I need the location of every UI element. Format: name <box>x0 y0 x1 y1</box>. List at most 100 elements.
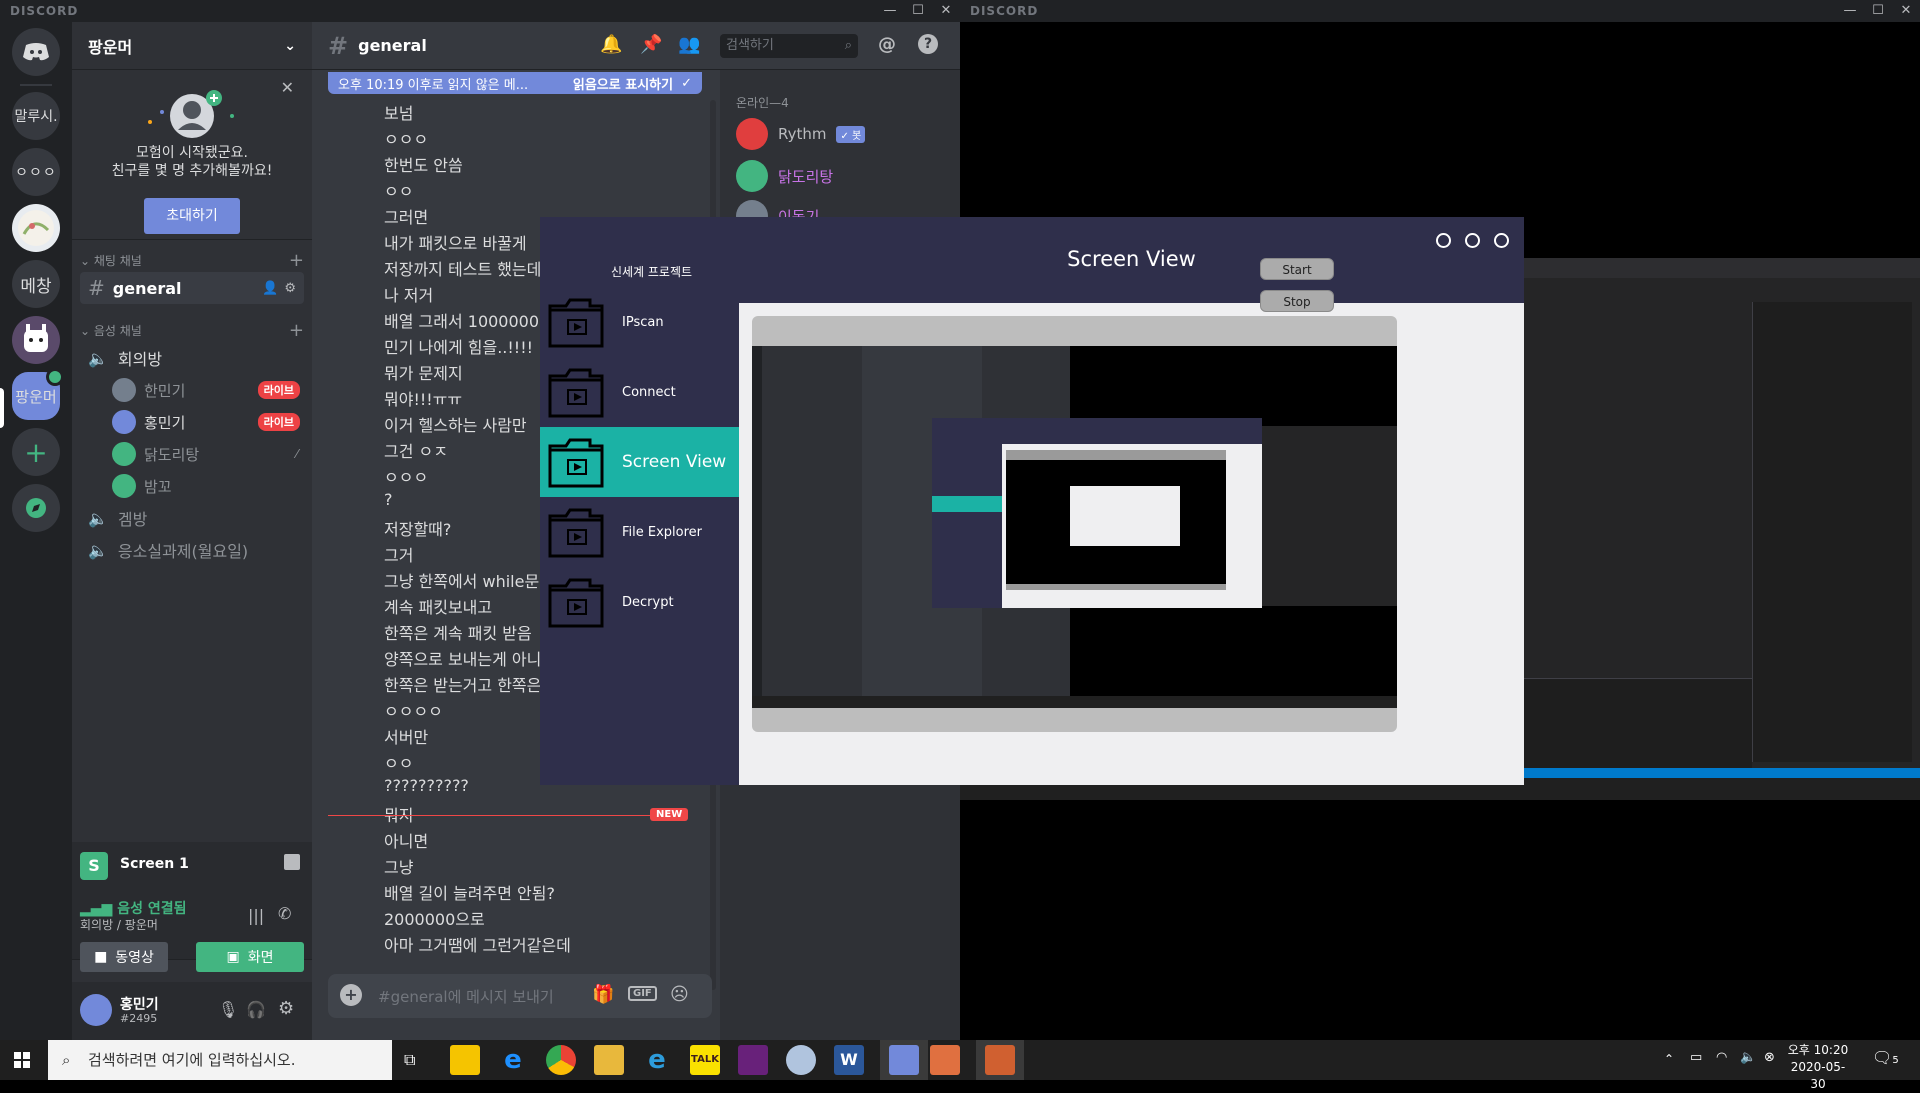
folder-icon <box>546 296 606 348</box>
screen-share-button[interactable]: ▣ 화면 <box>196 942 304 972</box>
stop-button[interactable]: Stop <box>1260 290 1334 312</box>
voice-user[interactable]: 닭도리탕 ⁄ <box>112 438 312 470</box>
video-button[interactable]: ■ 동영상 <box>80 942 168 972</box>
microphone-icon[interactable]: 🎙 <box>218 1000 238 1019</box>
visual-studio-icon[interactable] <box>738 1045 768 1075</box>
gif-icon[interactable]: GIF <box>628 986 657 1001</box>
guild-image-2[interactable] <box>12 316 60 364</box>
members-icon[interactable]: 👥 <box>678 34 700 55</box>
gear-icon[interactable]: ⚙ <box>284 281 296 296</box>
voice-user[interactable]: 밤꼬 <box>112 470 312 502</box>
compass-icon <box>26 498 46 518</box>
word-icon[interactable]: W <box>834 1045 864 1075</box>
nav-item-file-explorer[interactable]: File Explorer <box>540 497 739 567</box>
voice-channel-assignment[interactable]: 🔈 응소실과제(월요일) <box>80 534 304 566</box>
guild-malusi[interactable]: 말루시. <box>12 92 60 140</box>
guild-mechang[interactable]: 메창 <box>12 260 60 308</box>
guild-label: 팡운머 <box>15 387 57 406</box>
battery-icon[interactable]: ▭ <box>1690 1050 1702 1065</box>
sticky-notes-icon[interactable] <box>450 1045 480 1075</box>
attach-icon[interactable]: + <box>340 984 362 1006</box>
clock[interactable]: 오후 10:20 2020-05-30 <box>1786 1042 1850 1093</box>
stop-stream-icon[interactable] <box>284 854 300 870</box>
minimize-icon[interactable]: — <box>876 0 904 22</box>
disconnect-icon[interactable]: ✆ <box>278 904 291 923</box>
network-off-icon[interactable]: ⊗ <box>1764 1050 1775 1065</box>
minimize-icon[interactable] <box>1436 233 1451 248</box>
channel-general[interactable]: # general 👤 ⚙ <box>80 272 304 304</box>
message-text: 나 저거 <box>384 286 434 305</box>
home-button[interactable] <box>12 28 60 76</box>
chrome-icon[interactable] <box>546 1045 576 1075</box>
text-category[interactable]: ⌄ 채팅 채널 + <box>72 248 312 272</box>
search-input[interactable]: 검색하기 ⌕ <box>720 34 858 58</box>
folder-icon <box>546 436 606 488</box>
close-icon[interactable]: ✕ <box>932 0 960 22</box>
voice-channel-meeting[interactable]: 🔈 회의방 <box>80 342 304 374</box>
server-header[interactable]: 팡운머 ⌄ <box>72 22 312 70</box>
mark-read-button[interactable]: 읽음으로 표시하기 <box>573 74 673 93</box>
app-window-icon[interactable] <box>930 1045 960 1075</box>
volume-icon[interactable]: 🔈 <box>1740 1050 1756 1065</box>
search-icon: ⌕ <box>844 38 852 53</box>
taskbar-active-app[interactable] <box>880 1040 928 1080</box>
maximize-icon[interactable]: ☐ <box>904 0 932 22</box>
file-explorer-icon[interactable] <box>594 1045 624 1075</box>
minimize-icon[interactable]: — <box>1836 0 1864 22</box>
invite-button[interactable]: 초대하기 <box>144 198 240 234</box>
gift-icon[interactable]: 🎁 <box>592 984 614 1005</box>
invite-user-icon[interactable]: 👤 <box>262 281 278 296</box>
message-input[interactable]: + #general에 메시지 보내기 🎁 GIF ☹ <box>328 974 712 1018</box>
nav-item-screen-view[interactable]: Screen View <box>540 427 739 497</box>
taskbar-search-input[interactable]: ⌕ 검색하려면 여기에 입력하십시오. <box>48 1040 392 1080</box>
add-channel-icon[interactable]: + <box>289 250 304 271</box>
unread-banner[interactable]: 오후 10:19 이후로 읽지 않은 메... 읽음으로 표시하기 ✓ <box>328 72 702 94</box>
guild-image-1[interactable] <box>12 204 60 252</box>
pin-icon[interactable]: 📌 <box>640 34 662 55</box>
kakaotalk-icon[interactable]: TALK <box>690 1045 720 1075</box>
noise-suppression-icon[interactable]: ||| <box>248 906 264 925</box>
edge-icon[interactable]: e <box>498 1045 528 1075</box>
wifi-icon[interactable]: ◠ <box>1716 1050 1727 1065</box>
close-icon[interactable]: ✕ <box>281 78 294 97</box>
member-item[interactable]: 닭도리탕 <box>736 160 833 192</box>
bell-icon[interactable]: 🔔 <box>600 34 622 55</box>
close-icon[interactable]: ✕ <box>1892 0 1920 22</box>
guild-paengunmeo[interactable]: 팡운머 <box>12 368 64 420</box>
maximize-icon[interactable]: ☐ <box>1864 0 1892 22</box>
voice-user[interactable]: 홍민기 라이브 <box>112 406 312 438</box>
taskbar-active-app[interactable] <box>976 1040 1024 1080</box>
voice-channel-game[interactable]: 🔈 겜방 <box>80 502 304 534</box>
app-icon[interactable] <box>786 1045 816 1075</box>
channel-label: 회의방 <box>117 350 163 369</box>
nav-item-ipscan[interactable]: IPscan <box>540 287 739 357</box>
start-button[interactable]: Start <box>1260 258 1334 280</box>
nav-item-connect[interactable]: Connect <box>540 357 739 427</box>
add-server-button[interactable]: + <box>12 428 60 476</box>
windows-start-icon[interactable] <box>14 1052 30 1068</box>
close-icon[interactable] <box>1494 233 1509 248</box>
app-window-icon <box>985 1045 1015 1075</box>
message-text: ㅇㅇㅇㅇ <box>384 702 443 721</box>
screen-share-icon: ▣ <box>226 949 240 965</box>
explore-servers-button[interactable] <box>12 484 60 532</box>
internet-explorer-icon[interactable]: e <box>642 1045 672 1075</box>
member-item[interactable]: Rythm ✓ 봇 <box>736 118 866 150</box>
tray-up-icon[interactable]: ⌃ <box>1664 1052 1674 1066</box>
new-badge: NEW <box>650 808 689 821</box>
emoji-icon[interactable]: ☹ <box>670 984 689 1005</box>
mention-icon[interactable]: @ <box>878 34 896 55</box>
maximize-icon[interactable] <box>1465 233 1480 248</box>
notification-icon[interactable]: 🗨5 <box>1872 1048 1899 1067</box>
add-channel-icon[interactable]: + <box>289 320 304 341</box>
message-text: 뭐지 <box>384 806 414 825</box>
help-icon[interactable]: ? <box>918 34 938 54</box>
gear-icon[interactable]: ⚙ <box>278 998 294 1019</box>
voice-user[interactable]: 한민기 라이브 <box>112 374 312 406</box>
guild-ooo[interactable]: ㅇㅇㅇ <box>12 148 60 196</box>
avatar[interactable] <box>80 994 112 1026</box>
task-view-icon[interactable]: ⧉ <box>404 1050 415 1070</box>
voice-category[interactable]: ⌄ 음성 채널 + <box>72 318 312 342</box>
nav-item-decrypt[interactable]: Decrypt <box>540 567 739 637</box>
headphones-icon[interactable]: 🎧 <box>246 1000 266 1019</box>
